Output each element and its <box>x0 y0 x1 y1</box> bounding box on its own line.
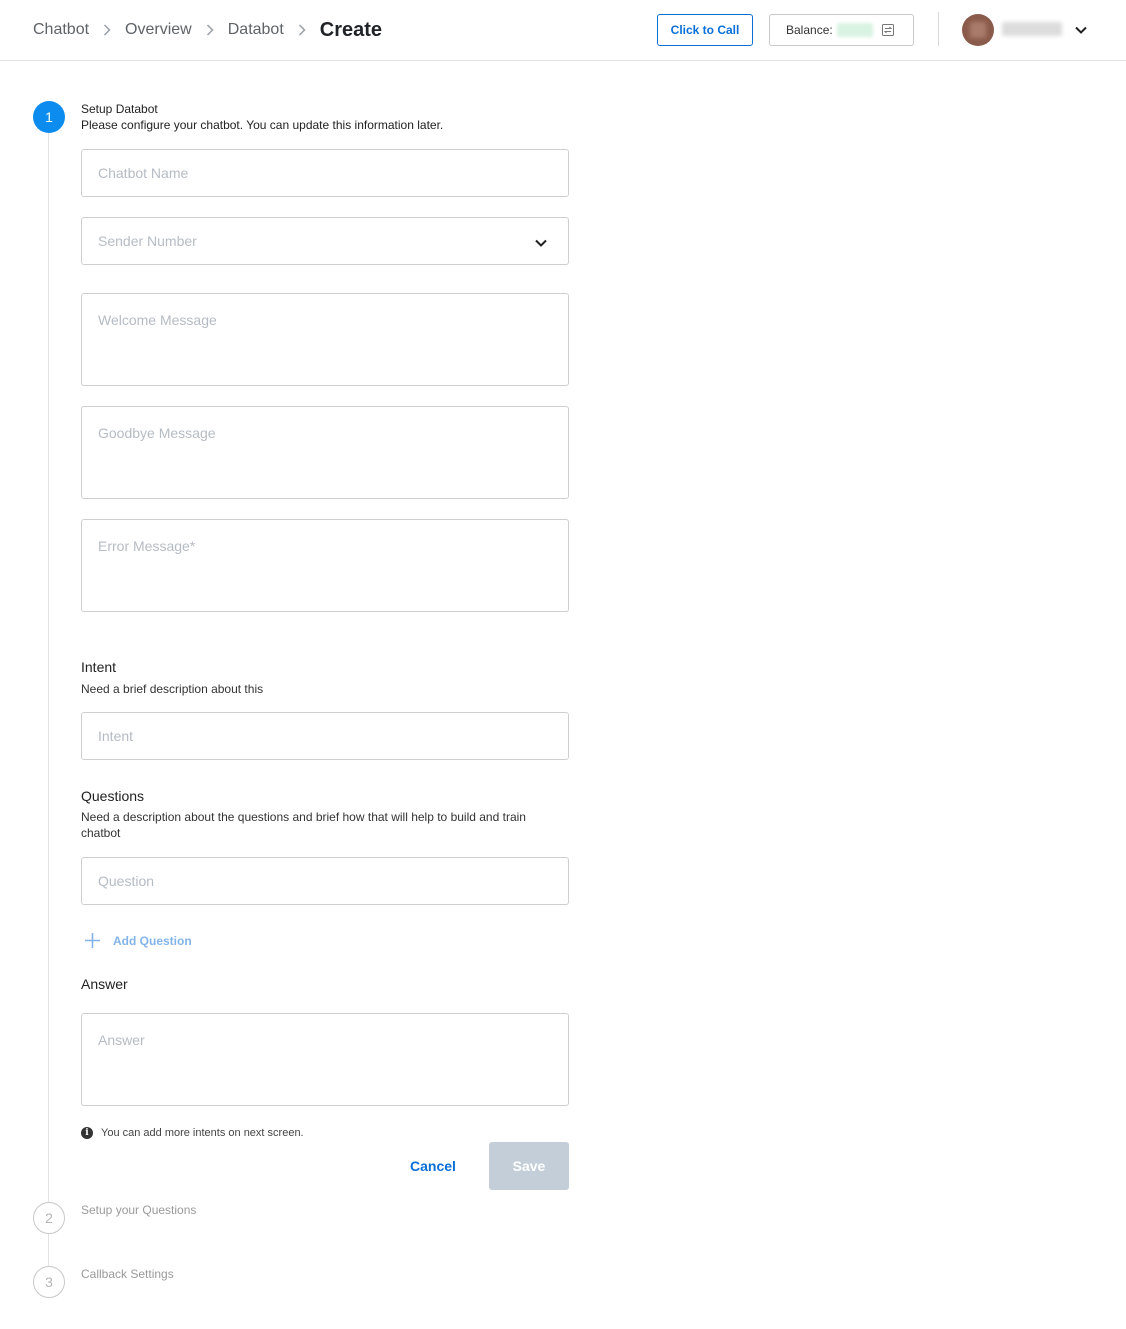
sender-number-placeholder: Sender Number <box>98 233 197 249</box>
question-input[interactable] <box>82 858 568 904</box>
chevron-right-icon <box>89 24 125 36</box>
page-title: Create <box>319 18 383 41</box>
intent-description: Need a brief description about this <box>81 682 264 696</box>
answer-field[interactable] <box>81 1013 569 1106</box>
questions-description: Need a description about the questions a… <box>81 810 526 840</box>
stepper-connector <box>48 133 49 1202</box>
goodbye-message-input[interactable] <box>82 407 568 498</box>
header-divider <box>938 12 939 46</box>
top-header: Chatbot Overview Databot Create Click to… <box>0 0 1126 61</box>
step-2-indicator[interactable]: 2 <box>33 1202 65 1234</box>
chatbot-name-field[interactable] <box>81 149 569 197</box>
chevron-down-icon[interactable] <box>1074 22 1088 40</box>
info-note-text: You can add more intents on next screen. <box>101 1127 304 1139</box>
chatbot-name-input[interactable] <box>82 150 568 196</box>
breadcrumb: Chatbot Overview Databot Create <box>33 0 382 60</box>
save-button[interactable]: Save <box>489 1142 569 1190</box>
cancel-button[interactable]: Cancel <box>404 1142 462 1190</box>
stepper-connector <box>48 1234 49 1266</box>
avatar[interactable] <box>962 14 994 46</box>
step-1-title: Setup Databot <box>81 102 158 116</box>
add-question-label: Add Question <box>113 933 192 948</box>
balance-label: Balance: <box>786 23 833 37</box>
intent-title: Intent <box>81 659 117 675</box>
step-1-indicator: 1 <box>33 101 65 133</box>
questions-title: Questions <box>81 788 145 804</box>
chevron-right-icon <box>284 24 320 36</box>
step-3-title[interactable]: Callback Settings <box>81 1267 174 1281</box>
add-question-button[interactable]: Add Question <box>84 932 192 949</box>
welcome-message-field[interactable] <box>81 293 569 386</box>
welcome-message-input[interactable] <box>82 294 568 385</box>
error-message-input[interactable] <box>82 520 568 611</box>
info-note: i You can add more intents on next scree… <box>81 1127 304 1139</box>
balance-value-redacted <box>836 23 873 37</box>
chevron-down-icon[interactable] <box>534 235 548 253</box>
step-2-title[interactable]: Setup your Questions <box>81 1203 196 1217</box>
chevron-right-icon <box>192 24 228 36</box>
breadcrumb-databot[interactable]: Databot <box>228 21 284 39</box>
error-message-field[interactable] <box>81 519 569 612</box>
plus-icon <box>85 933 100 948</box>
breadcrumb-overview[interactable]: Overview <box>125 21 192 39</box>
intent-input[interactable] <box>82 713 568 759</box>
answer-title: Answer <box>81 976 128 992</box>
intent-field[interactable] <box>81 712 569 760</box>
sender-number-select[interactable]: Sender Number <box>81 217 569 265</box>
refresh-icon[interactable] <box>881 23 895 40</box>
user-name-redacted[interactable] <box>1002 22 1062 36</box>
breadcrumb-chatbot[interactable]: Chatbot <box>33 21 89 39</box>
step-1-subtitle: Please configure your chatbot. You can u… <box>81 118 444 132</box>
question-field[interactable] <box>81 857 569 905</box>
goodbye-message-field[interactable] <box>81 406 569 499</box>
click-to-call-button[interactable]: Click to Call <box>657 14 753 46</box>
balance-widget[interactable]: Balance: <box>769 14 914 46</box>
step-3-indicator[interactable]: 3 <box>33 1266 65 1298</box>
answer-input[interactable] <box>82 1014 568 1105</box>
info-icon: i <box>81 1127 93 1139</box>
